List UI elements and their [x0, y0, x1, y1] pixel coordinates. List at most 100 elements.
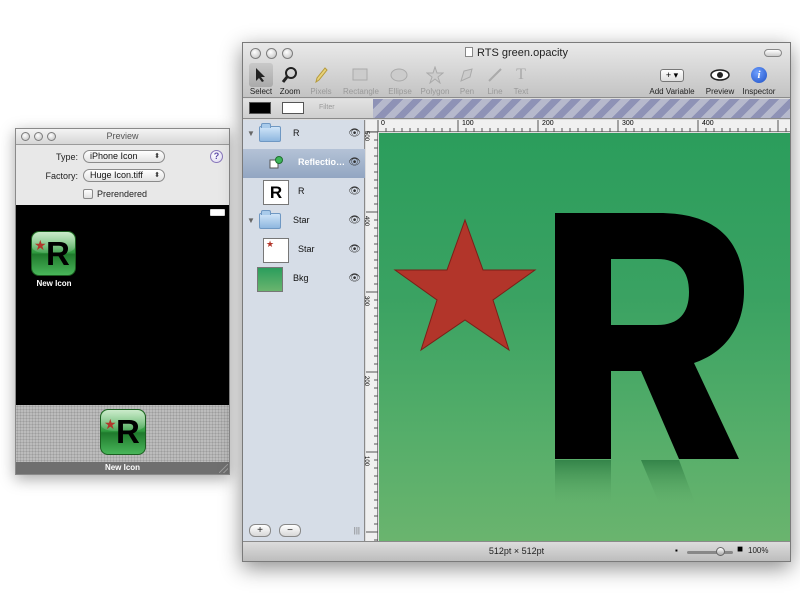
disclosure-triangle-icon[interactable]: ▼: [247, 216, 255, 225]
tool-label: Add Variable: [649, 87, 695, 96]
visibility-eye-icon[interactable]: 👁: [348, 273, 361, 284]
visibility-eye-icon[interactable]: 👁: [348, 128, 361, 139]
tool-text[interactable]: T Text: [509, 63, 533, 96]
ruler-label: 200: [542, 120, 554, 127]
zoom-slider-track[interactable]: [687, 551, 733, 554]
layer-name: R: [293, 128, 300, 138]
tool-label: Select: [249, 87, 273, 96]
artwork: [393, 213, 744, 508]
icon-letter: R: [46, 235, 70, 272]
layer-row-reflection[interactable]: Reflectio… 👁: [243, 149, 365, 178]
star-icon: ★: [104, 416, 117, 432]
ruler-label: 300: [622, 120, 634, 127]
layer-row-folder-r[interactable]: ▼ R 👁: [243, 120, 365, 149]
type-popup-value: iPhone Icon: [90, 151, 138, 161]
arrow-pointer-icon: [249, 63, 273, 87]
tool-ellipse[interactable]: Ellipse: [385, 63, 415, 96]
ruler-label: 500: [363, 130, 370, 142]
tool-select[interactable]: Select: [248, 63, 274, 96]
document-title-wrap: RTS green.opacity: [243, 47, 790, 59]
artwork-canvas[interactable]: [379, 133, 790, 541]
zoom-slider-knob[interactable]: [716, 547, 725, 556]
eye-icon: [708, 63, 732, 87]
preview-title: Preview: [106, 131, 139, 141]
add-variable-icon: + ▾: [654, 63, 690, 87]
ruler-label: 0: [381, 120, 385, 127]
ruler-label: 200: [363, 375, 370, 387]
prerendered-checkbox[interactable]: [83, 189, 93, 199]
help-button[interactable]: ?: [210, 150, 223, 163]
line-icon: [483, 63, 507, 87]
tool-label: Zoom: [279, 87, 301, 96]
visibility-eye-icon[interactable]: 👁: [348, 186, 361, 197]
layer-name: Bkg: [293, 273, 309, 283]
layer-thumbnail-star: ★: [263, 238, 289, 263]
ruler-label: 400: [363, 215, 370, 227]
layer-row-star[interactable]: ★ Star 👁: [243, 236, 365, 265]
factory-popup-value: Huge Icon.tiff: [90, 170, 143, 180]
updown-arrows-icon: ⬍: [154, 153, 160, 160]
document-title: RTS green.opacity: [477, 47, 568, 59]
tool-label: Inspector: [742, 87, 776, 96]
visibility-eye-icon[interactable]: 👁: [348, 215, 361, 226]
layer-row-r[interactable]: R R 👁: [243, 178, 365, 207]
inspector-tool[interactable]: i Inspector: [739, 63, 779, 96]
app-icon[interactable]: ★ R: [31, 231, 76, 276]
remove-layer-button[interactable]: −: [279, 524, 301, 537]
iphone-screen: ★ R New Icon: [16, 205, 229, 405]
add-layer-button[interactable]: +: [249, 524, 271, 537]
dock-app-icon[interactable]: ★ R: [100, 409, 146, 455]
tool-label: Rectangle: [342, 87, 380, 96]
layer-row-folder-star[interactable]: ▼ Star 👁: [243, 207, 365, 236]
document-window: RTS green.opacity Select Zoom Pixels Rec…: [242, 42, 791, 562]
tool-label: Line: [487, 87, 503, 96]
tool-rectangle[interactable]: Rectangle: [339, 63, 383, 96]
resize-grip-icon[interactable]: [219, 464, 228, 473]
star-icon: ★: [34, 237, 47, 253]
layer-thumbnail-bkg: [257, 267, 283, 292]
updown-arrows-icon: ⬍: [154, 172, 160, 179]
polygon-star-icon: [423, 63, 447, 87]
text-icon: T: [516, 66, 526, 83]
dock-label-bar: New Icon: [16, 462, 229, 474]
tool-polygon[interactable]: Polygon: [417, 63, 453, 96]
letter-r-shape[interactable]: [555, 213, 744, 459]
icon-letter: R: [116, 413, 140, 450]
prerendered-label: Prerendered: [97, 189, 148, 199]
visibility-eye-icon[interactable]: 👁: [348, 157, 361, 168]
tool-line[interactable]: Line: [483, 63, 507, 96]
add-variable-tool[interactable]: + ▾ Add Variable: [645, 63, 699, 96]
vertical-ruler: 500 400 300 200 100: [363, 130, 378, 541]
folder-icon: [259, 123, 281, 142]
type-popup[interactable]: iPhone Icon ⬍: [83, 150, 165, 163]
toolbar-toggle-button[interactable]: [764, 49, 782, 57]
layer-row-bkg[interactable]: Bkg 👁: [243, 265, 365, 294]
factory-popup[interactable]: Huge Icon.tiff ⬍: [83, 169, 165, 182]
star-icon: ★: [266, 239, 275, 249]
splitter-grip-icon[interactable]: |||: [354, 526, 360, 535]
iphone-dock: ★ R New Icon: [16, 405, 229, 474]
disclosure-triangle-icon[interactable]: ▼: [247, 129, 255, 138]
ruler-ticks: [377, 120, 787, 132]
tool-pixels[interactable]: Pixels: [307, 63, 335, 96]
preview-titlebar[interactable]: Preview: [16, 129, 229, 145]
ruler-label: 100: [363, 455, 370, 467]
info-icon: i: [747, 63, 771, 87]
filter-label: Filter: [319, 104, 335, 111]
tool-pen[interactable]: Pen: [455, 63, 479, 96]
zoom-out-icon[interactable]: ▪: [675, 546, 678, 555]
pen-icon: [455, 63, 479, 87]
preview-tool[interactable]: Preview: [703, 63, 737, 96]
tool-zoom[interactable]: Zoom: [277, 63, 303, 96]
status-bar: 512pt × 512pt ▪ ■ 100%: [243, 541, 790, 561]
star-shape[interactable]: [393, 218, 537, 352]
pencil-icon: [309, 63, 333, 87]
folder-icon: [259, 210, 281, 229]
visibility-eye-icon[interactable]: 👁: [348, 244, 361, 255]
zoom-in-icon[interactable]: ■: [737, 544, 743, 555]
ruler-label: 300: [363, 295, 370, 307]
ruler-ticks: [366, 132, 378, 541]
stroke-color-well[interactable]: [249, 102, 271, 114]
reflection-effect-icon: [269, 156, 283, 170]
fill-color-well[interactable]: [282, 102, 304, 114]
